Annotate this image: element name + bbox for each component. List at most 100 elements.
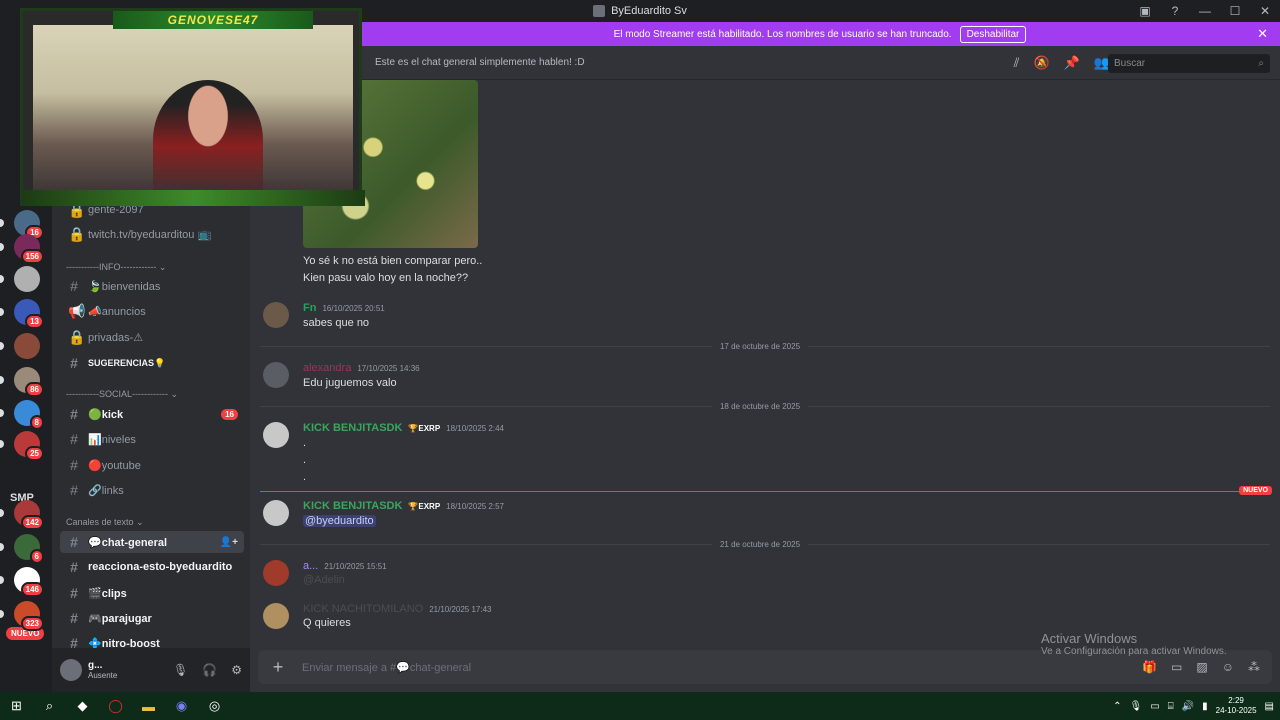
channel-sugerencias[interactable]: # SUGERENCIAS💡 <box>60 352 244 374</box>
notification-icon[interactable]: ▤ <box>1265 701 1274 712</box>
server-icon-4[interactable]: 13 <box>14 299 44 329</box>
date-separator: 21 de octubre de 2025 <box>250 540 1270 549</box>
notification-bell-icon[interactable]: 🔕 <box>1033 55 1049 71</box>
window-title: ByEduardito Sv <box>611 5 687 17</box>
avatar[interactable] <box>60 659 82 681</box>
role-tag: 🏆EXRP <box>408 423 441 433</box>
author-name[interactable]: Fn <box>303 302 316 314</box>
channel-reacciona[interactable]: # reacciona-esto-byeduardito <box>60 556 244 578</box>
chevron-up-icon[interactable]: ⌃ <box>1113 701 1121 712</box>
clock[interactable]: 2:29 24-10-2025 <box>1216 696 1257 716</box>
category-text[interactable]: Canales de texto ⌄ <box>66 517 144 528</box>
unread-indicator <box>0 275 4 283</box>
lock-icon: 🔒 <box>68 225 86 242</box>
avatar[interactable] <box>263 560 289 586</box>
role-tag: 🏆EXRP <box>408 501 441 511</box>
server-avatar <box>14 266 40 292</box>
headphones-icon[interactable]: 🎧 <box>202 663 217 677</box>
emoji-icon[interactable]: ☺ <box>1222 660 1234 674</box>
channel-clips[interactable]: # 🎬clips <box>60 582 244 604</box>
server-icon-3[interactable] <box>14 266 40 292</box>
search-icon[interactable]: ⌕ <box>33 692 66 720</box>
search-icon: ⌕ <box>1258 58 1264 69</box>
start-icon[interactable]: ⊞ <box>0 692 33 720</box>
webcam-frame <box>23 190 365 206</box>
channel-parajugar[interactable]: # 🎮parajugar <box>60 607 244 629</box>
user-mention[interactable]: @byeduardito <box>303 515 376 527</box>
microphone-icon[interactable]: 🎙 <box>1130 701 1143 712</box>
category-info[interactable]: -----------INFO------------ ⌄ <box>66 262 166 273</box>
author-name[interactable]: a... <box>303 560 318 572</box>
inbox-icon[interactable]: ▣ <box>1130 4 1160 18</box>
gif-icon[interactable]: ▭ <box>1171 660 1182 674</box>
gear-icon[interactable]: ⚙ <box>231 663 242 677</box>
disable-button[interactable]: Deshabilitar <box>959 25 1027 43</box>
mention-badge: 146 <box>20 582 44 597</box>
channel-header: Este es el chat general simplemente habl… <box>360 46 1280 80</box>
channel-label: 🔴youtube <box>88 459 141 472</box>
copilot-icon[interactable]: ◆ <box>66 692 99 720</box>
server-icon-9[interactable]: 142 <box>14 500 44 530</box>
server-icon-7[interactable]: 8 <box>14 400 44 430</box>
close-icon[interactable]: ✕ <box>1257 26 1268 42</box>
pin-icon[interactable]: 📌 <box>1064 55 1080 71</box>
channel-youtube[interactable]: # 🔴youtube <box>60 454 244 476</box>
author-name[interactable]: alexandra <box>303 362 351 374</box>
channel-label: 🎬clips <box>88 587 127 600</box>
channel-kick[interactable]: # 🟢kick 16 <box>60 403 244 425</box>
avatar[interactable] <box>263 302 289 328</box>
channel-privadas[interactable]: 🔒 privadas-⚠ <box>60 326 244 348</box>
discord-icon[interactable]: ◉ <box>165 692 198 720</box>
channel-twitch[interactable]: 🔒 twitch.tv/byeduarditou 📺 <box>60 223 244 245</box>
server-icon-8[interactable]: 25 <box>14 431 44 461</box>
help-icon[interactable]: ? <box>1160 4 1190 18</box>
minimize-button[interactable]: — <box>1190 4 1220 18</box>
display-icon[interactable]: ▭ <box>1150 701 1159 712</box>
server-icon-11[interactable]: 146 <box>14 567 44 597</box>
opera-icon[interactable]: ◯ <box>99 692 132 720</box>
channel-links[interactable]: # 🔗links <box>60 479 244 501</box>
channel-anuncios[interactable]: 📢 📣anuncios <box>60 300 244 322</box>
server-icon-2[interactable]: 156 <box>14 234 44 264</box>
server-icon-1[interactable]: 16 <box>14 210 44 240</box>
channel-label: 💬chat-general <box>88 536 168 549</box>
timestamp: 21/10/2025 15:51 <box>324 561 387 571</box>
author-name[interactable]: KICK NACHITOMILANO <box>303 603 423 615</box>
avatar[interactable] <box>263 500 289 526</box>
server-icon-5[interactable] <box>14 333 40 359</box>
server-icon-12[interactable]: 323 <box>14 601 44 631</box>
maximize-button[interactable]: ☐ <box>1220 4 1250 18</box>
avatar[interactable] <box>263 362 289 388</box>
channel-bienvenidas[interactable]: # 🍃bienvenidas <box>60 275 244 297</box>
plus-icon[interactable]: + <box>258 657 298 678</box>
close-button[interactable]: ✕ <box>1250 4 1280 18</box>
search-input[interactable]: Buscar ⌕ <box>1108 54 1270 73</box>
network-icon[interactable]: ⌸ <box>1168 701 1174 712</box>
apps-icon[interactable]: ⁂ <box>1248 660 1260 674</box>
unread-indicator <box>0 376 4 384</box>
message-text: sabes que no <box>303 317 370 329</box>
gift-icon[interactable]: 🎁 <box>1142 660 1157 674</box>
avatar[interactable] <box>263 603 289 629</box>
obs-icon[interactable]: ◎ <box>198 692 231 720</box>
server-icon-6[interactable]: 86 <box>14 367 44 397</box>
folder-icon[interactable]: ▬ <box>132 692 165 720</box>
invite-icon[interactable]: 👤+ <box>220 537 238 548</box>
category-social[interactable]: -----------SOCIAL------------ ⌄ <box>66 389 178 400</box>
author-name[interactable]: KICK BENJITASDK <box>303 422 402 434</box>
avatar[interactable] <box>263 422 289 448</box>
channel-label: 🟢kick <box>88 408 124 421</box>
microphone-icon[interactable]: 🎙 <box>173 663 188 677</box>
channel-niveles[interactable]: # 📊niveles <box>60 428 244 450</box>
unread-indicator <box>0 409 4 417</box>
threads-icon[interactable]: ⫽ <box>1014 55 1020 71</box>
server-icon-10[interactable]: 6 <box>14 534 44 564</box>
sticker-icon[interactable]: ▨ <box>1196 660 1207 674</box>
unread-indicator <box>0 342 4 350</box>
server-icon <box>593 5 606 17</box>
timestamp: 18/10/2025 2:57 <box>446 501 505 511</box>
channel-chat-general[interactable]: # 💬chat-general 👤+ <box>60 531 244 553</box>
battery-icon[interactable]: ▮ <box>1202 701 1208 712</box>
volume-icon[interactable]: 🔊 <box>1182 701 1194 712</box>
author-name[interactable]: KICK BENJITASDK <box>303 500 402 512</box>
